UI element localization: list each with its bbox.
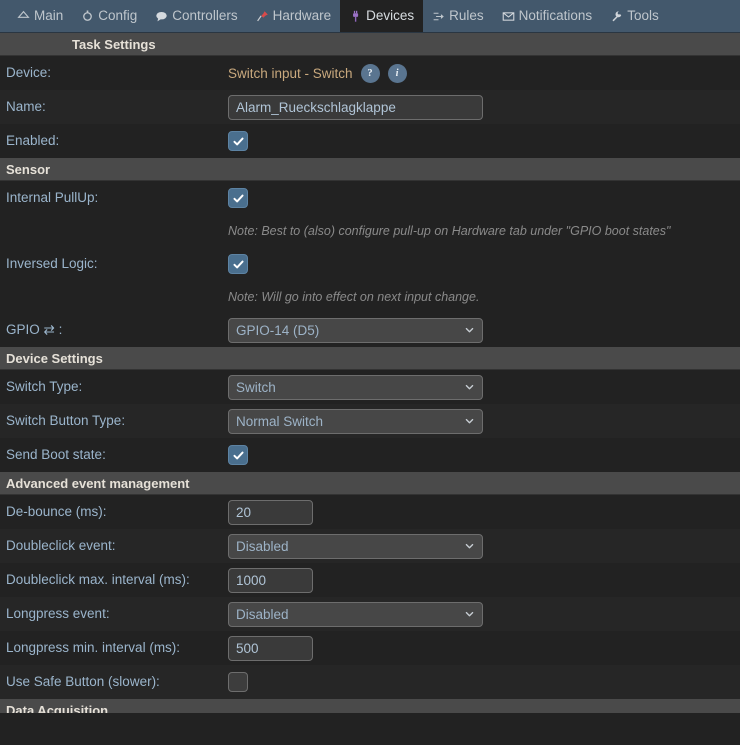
label-safe-button: Use Safe Button (slower): [6,673,160,689]
nav-item-rules[interactable]: Rules [423,0,493,32]
main-navigation: Main Config Controllers Hardware Devices… [0,0,740,33]
internal-pullup-checkbox[interactable] [228,188,248,208]
name-input[interactable] [228,94,483,120]
section-header-data-acquisition: Data Acquisition [0,699,740,713]
row-safe-button: Use Safe Button (slower): [0,665,740,699]
section-header-device-settings: Device Settings [0,347,740,370]
label-name: Name: [6,98,46,114]
nav-label-devices: Devices [366,8,415,24]
doubleclick-event-select[interactable]: Disabled [228,533,483,559]
info-button[interactable]: i [387,63,407,83]
row-device: Device: Switch input - Switch ? i [0,56,740,90]
doubleclick-interval-input[interactable] [228,567,313,593]
wrench-icon [610,10,623,23]
label-longpress-event: Longpress event: [6,605,110,621]
label-gpio: GPIO ⇄ : [6,321,63,337]
row-inversed-logic-note: Note: Will go into effect on next input … [0,281,740,313]
row-internal-pullup-note: Note: Best to (also) configure pull-up o… [0,215,740,247]
row-switch-button-type: Switch Button Type: Normal Switch [0,404,740,438]
label-send-boot-state: Send Boot state: [6,446,106,462]
nav-label-controllers: Controllers [172,8,238,24]
section-clipped-wrapper: Data Acquisition [0,699,740,713]
nav-item-hardware[interactable]: Hardware [247,0,341,32]
doubleclick-event-select-wrapper: Disabled [228,533,483,559]
row-enabled: Enabled: [0,124,740,158]
branch-arrow-icon [432,10,445,23]
section-header-task-settings: Task Settings [0,33,740,56]
gpio-select[interactable]: GPIO-14 (D5) [228,317,483,343]
send-boot-state-checkbox[interactable] [228,445,248,465]
label-internal-pullup: Internal PullUp: [6,189,99,205]
note-inversed-logic: Note: Will go into effect on next input … [228,290,480,304]
speech-bubble-icon [155,10,168,23]
nav-label-config: Config [98,8,138,24]
label-debounce: De-bounce (ms): [6,503,107,519]
nav-label-hardware: Hardware [272,8,332,24]
label-longpress-interval: Longpress min. interval (ms): [6,639,181,655]
section-header-sensor: Sensor [0,158,740,181]
switch-type-select-wrapper: Switch [228,374,483,400]
inversed-logic-checkbox[interactable] [228,254,248,274]
label-switch-type: Switch Type: [6,378,83,394]
pushpin-icon [256,10,269,23]
enabled-checkbox[interactable] [228,131,248,151]
label-enabled: Enabled: [6,132,60,148]
section-header-advanced-event-management: Advanced event management [0,472,740,495]
label-doubleclick-interval: Doubleclick max. interval (ms): [6,571,190,587]
nav-label-main: Main [34,8,64,24]
envelope-icon [502,10,515,23]
note-internal-pullup: Note: Best to (also) configure pull-up o… [228,224,671,238]
row-doubleclick-interval: Doubleclick max. interval (ms): [0,563,740,597]
nav-item-devices[interactable]: Devices [340,0,424,32]
switch-type-select[interactable]: Switch [228,374,483,400]
help-button[interactable]: ? [360,63,380,83]
label-device: Device: [6,64,52,80]
row-gpio: GPIO ⇄ : GPIO-14 (D5) [0,313,740,347]
nav-label-rules: Rules [449,8,484,24]
value-device: Switch input - Switch [228,65,353,81]
label-inversed-logic: Inversed Logic: [6,255,98,271]
row-debounce: De-bounce (ms): [0,495,740,529]
row-longpress-interval: Longpress min. interval (ms): [0,631,740,665]
device-settings-page: Task Settings Device: Switch input - Swi… [0,33,740,713]
nav-item-tools[interactable]: Tools [601,0,668,32]
nav-item-notifications[interactable]: Notifications [493,0,602,32]
home-icon [17,10,30,23]
longpress-event-select-wrapper: Disabled [228,601,483,627]
row-name: Name: [0,90,740,124]
row-switch-type: Switch Type: Switch [0,370,740,404]
nav-item-config[interactable]: Config [72,0,146,32]
row-inversed-logic: Inversed Logic: [0,247,740,281]
gear-icon [81,9,94,23]
row-internal-pullup: Internal PullUp: [0,181,740,215]
label-switch-button-type: Switch Button Type: [6,412,126,428]
label-doubleclick-event: Doubleclick event: [6,537,116,553]
plug-icon [349,10,362,23]
nav-item-main[interactable]: Main [8,0,72,32]
nav-label-tools: Tools [627,8,659,24]
longpress-event-select[interactable]: Disabled [228,601,483,627]
gpio-select-wrapper: GPIO-14 (D5) [228,317,483,343]
row-send-boot-state: Send Boot state: [0,438,740,472]
debounce-input[interactable] [228,499,313,525]
switch-button-type-select[interactable]: Normal Switch [228,408,483,434]
nav-label-notifications: Notifications [518,8,593,24]
row-doubleclick-event: Doubleclick event: Disabled [0,529,740,563]
nav-item-controllers[interactable]: Controllers [146,0,246,32]
safe-button-checkbox[interactable] [228,672,248,692]
row-longpress-event: Longpress event: Disabled [0,597,740,631]
longpress-interval-input[interactable] [228,635,313,661]
switch-button-type-select-wrapper: Normal Switch [228,408,483,434]
